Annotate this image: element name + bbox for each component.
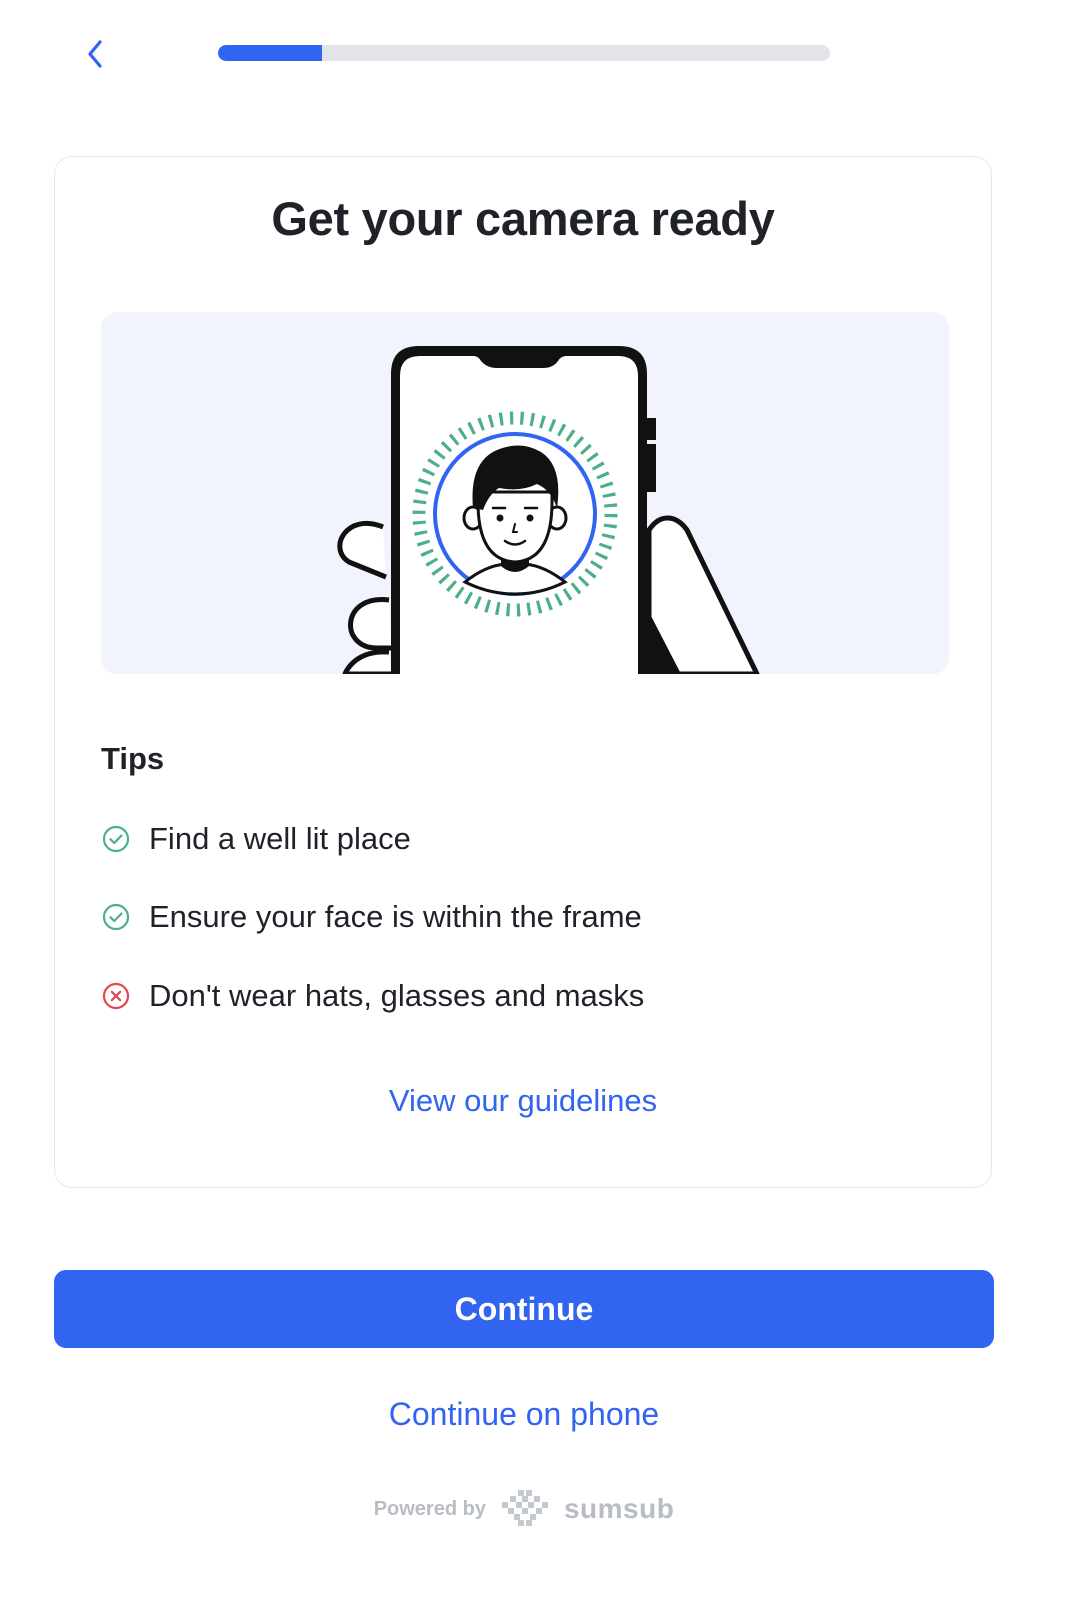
tip-text: Ensure your face is within the frame [149, 899, 642, 934]
x-circle-icon [101, 981, 131, 1011]
powered-by-label: Powered by [373, 1497, 486, 1520]
tip-item-lighting: Find a well lit place [101, 817, 411, 861]
check-circle-icon [101, 902, 131, 932]
selfie-illustration [101, 312, 949, 674]
sumsub-logo-icon [501, 1490, 548, 1526]
tips-heading: Tips [101, 741, 165, 776]
tip-text: Find a well lit place [149, 821, 411, 856]
tip-item-accessories: Don't wear hats, glasses and masks [101, 974, 644, 1018]
progress-bar [218, 45, 830, 61]
back-button[interactable] [76, 34, 116, 74]
tip-text: Don't wear hats, glasses and masks [149, 978, 645, 1013]
phone-face-illustration-icon [337, 346, 760, 674]
chevron-left-icon [88, 40, 102, 68]
progress-fill [218, 45, 323, 61]
powered-by-footer: Powered by sumsub [0, 1490, 1048, 1528]
tip-item-frame: Ensure your face is within the frame [101, 895, 642, 939]
continue-on-phone-link[interactable]: Continue on phone [0, 1396, 1048, 1433]
page-title: Get your camera ready [271, 192, 775, 245]
check-circle-icon [101, 824, 131, 854]
sumsub-brand: sumsub [563, 1493, 675, 1524]
view-guidelines-link[interactable]: View our guidelines [55, 1083, 991, 1119]
camera-ready-card: Get your camera ready Tips Find a well l… [54, 156, 992, 1188]
continue-button[interactable]: Continue [54, 1270, 994, 1348]
